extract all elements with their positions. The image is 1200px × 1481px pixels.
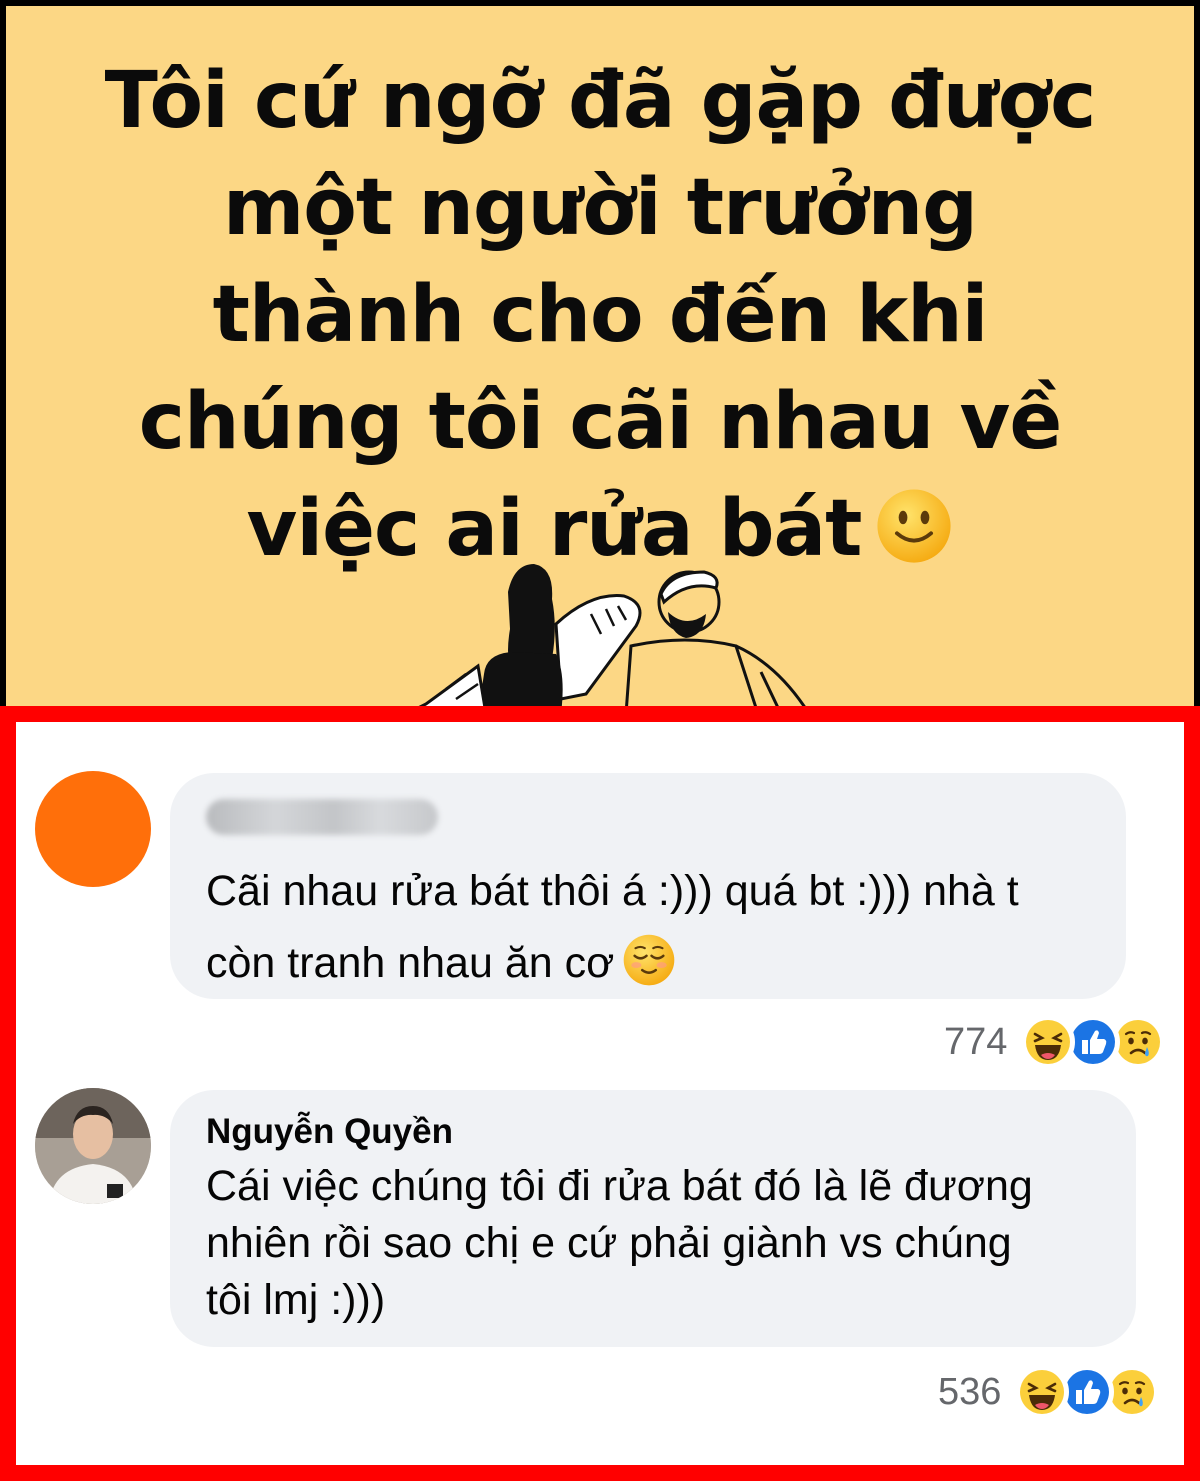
avatar[interactable]: [35, 1088, 151, 1204]
comment-line-text: còn tranh nhau ăn cơ: [206, 939, 615, 987]
comment-text: Cãi nhau rửa bát thôi á :))) quá bt :)))…: [206, 855, 1090, 999]
headline-line: thành cho đến khi: [212, 270, 989, 360]
highlight-frame: Cãi nhau rửa bát thôi á :))) quá bt :)))…: [0, 706, 1200, 1481]
comment-bubble: Nguyễn Quyền Cái việc chúng tôi đi rửa b…: [170, 1090, 1136, 1347]
comment-line: nhiên rồi sao chị e cứ phải giành vs chú…: [206, 1219, 1012, 1267]
author-name-blurred[interactable]: [206, 799, 438, 835]
reaction-count: 774: [944, 1020, 1008, 1063]
reaction-summary[interactable]: 536: [938, 1362, 1160, 1422]
haha-icon: [1021, 1015, 1076, 1069]
haha-icon: [1015, 1365, 1070, 1419]
reaction-icons: [1015, 1365, 1160, 1419]
comments-section: Cãi nhau rửa bát thôi á :))) quá bt :)))…: [16, 722, 1184, 1465]
comment-line: tôi lmj :))): [206, 1276, 386, 1324]
couple-illustration: [418, 564, 806, 706]
post-image: Tôi cứ ngỡ đã gặp được một người trưởng …: [6, 6, 1194, 706]
comment-bubble: Cãi nhau rửa bát thôi á :))) quá bt :)))…: [170, 773, 1126, 999]
post-headline: Tôi cứ ngỡ đã gặp được một người trưởng …: [66, 48, 1134, 583]
headline-line: chúng tôi cãi nhau về: [138, 377, 1062, 467]
headline-line: một người trưởng: [223, 163, 978, 253]
comment-text: Cái việc chúng tôi đi rửa bát đó là lẽ đ…: [206, 1158, 1100, 1329]
comment-author[interactable]: Nguyễn Quyền: [206, 1112, 1100, 1152]
comment-line: Cái việc chúng tôi đi rửa bát đó là lẽ đ…: [206, 1162, 1033, 1210]
slightly-smiling-face-icon: [875, 486, 953, 564]
avatar[interactable]: [35, 771, 151, 887]
comment-line: Cãi nhau rửa bát thôi á :))) quá bt :)))…: [206, 867, 1019, 915]
reaction-count: 536: [938, 1370, 1002, 1413]
reaction-icons: [1021, 1015, 1166, 1069]
relieved-face-icon: [622, 933, 676, 987]
headline-line: Tôi cứ ngỡ đã gặp được: [104, 56, 1097, 146]
comment-line: còn tranh nhau ăn cơ: [206, 927, 1090, 999]
reaction-summary[interactable]: 774: [944, 1012, 1166, 1072]
